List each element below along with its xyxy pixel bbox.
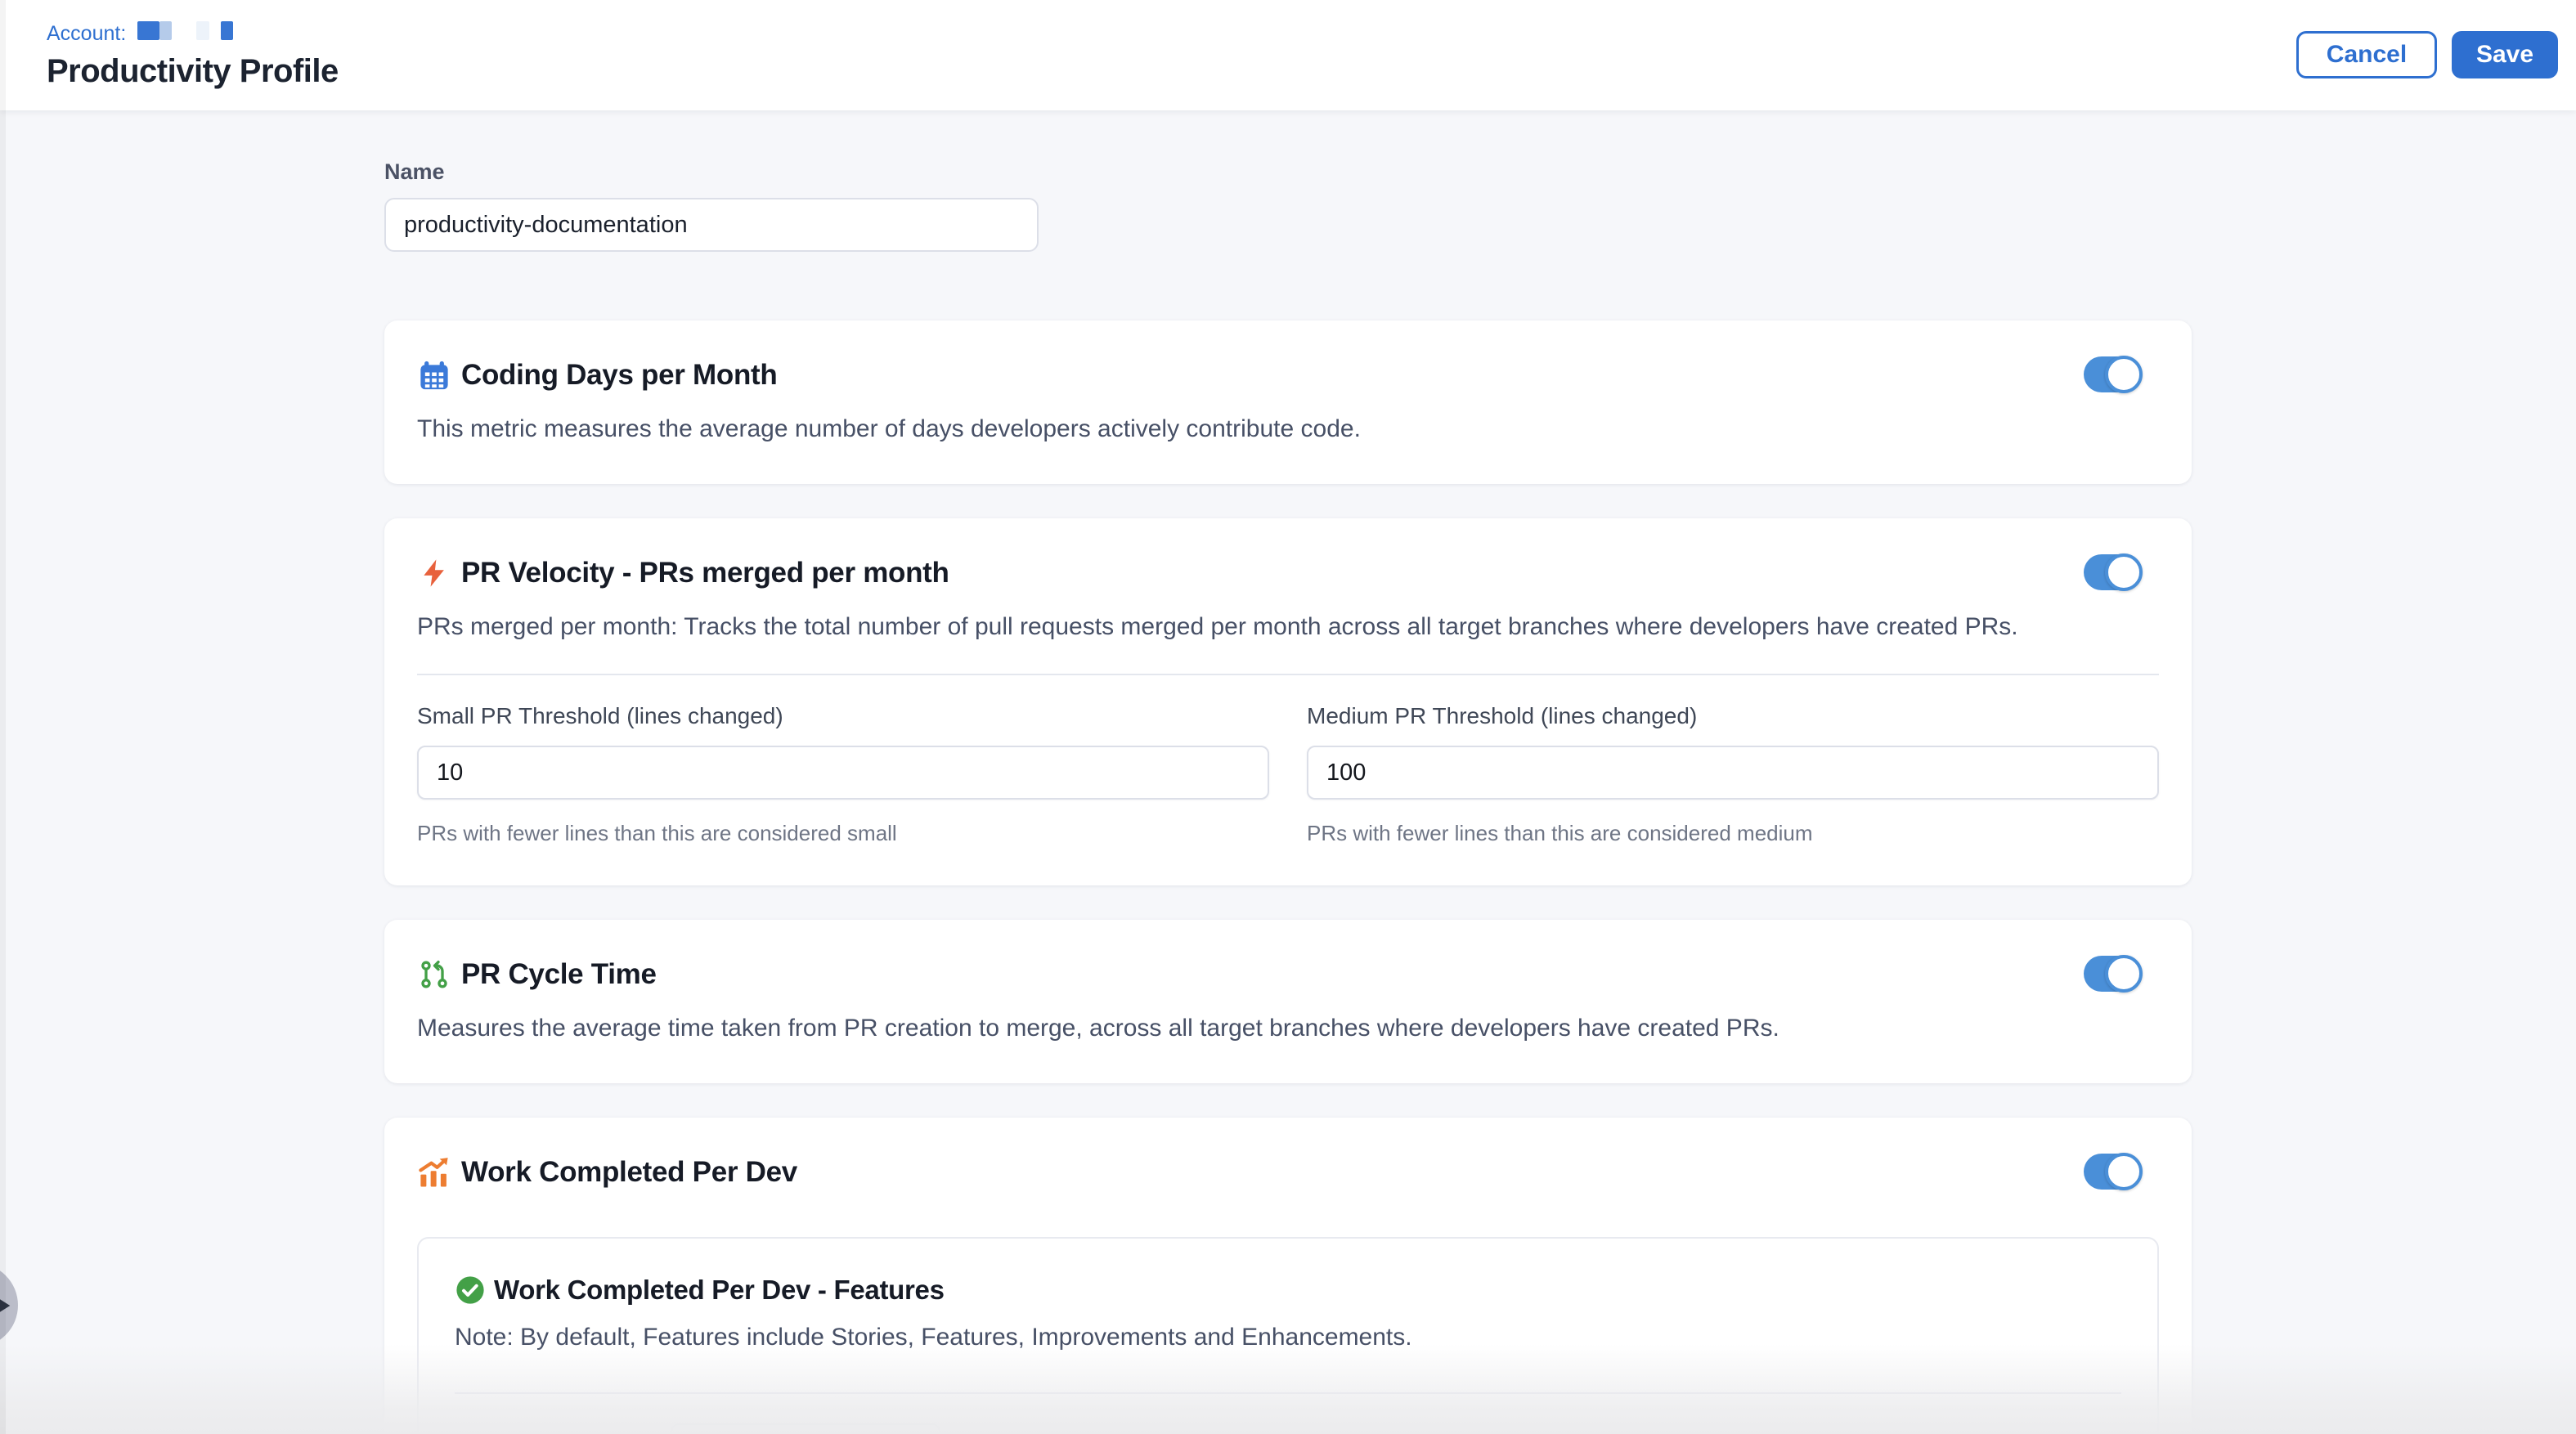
work-completed-toggle[interactable] bbox=[2084, 1154, 2141, 1190]
toggle-knob bbox=[2105, 356, 2143, 393]
check-circle-icon bbox=[455, 1275, 486, 1306]
card-head: Coding Days per Month bbox=[417, 358, 2159, 392]
toggle-knob bbox=[2105, 553, 2143, 591]
card-pr-velocity: PR Velocity - PRs merged per month PRs m… bbox=[384, 518, 2192, 885]
name-input[interactable] bbox=[384, 198, 1039, 252]
pr-cycle-time-toggle[interactable] bbox=[2084, 956, 2141, 992]
redaction-block bbox=[159, 21, 172, 40]
subcard-title: Work Completed Per Dev - Features bbox=[494, 1275, 945, 1306]
zap-icon bbox=[417, 556, 451, 590]
header-actions: Cancel Save bbox=[2296, 31, 2558, 78]
subcard-features: Work Completed Per Dev - Features Note: … bbox=[417, 1237, 2159, 1434]
calendar-icon bbox=[417, 358, 451, 392]
small-pr-threshold-helper: PRs with fewer lines than this are consi… bbox=[417, 821, 1269, 846]
card-description: This metric measures the average number … bbox=[417, 414, 2159, 445]
breadcrumb: Account: bbox=[47, 21, 2558, 46]
chart-increasing-icon bbox=[417, 1155, 451, 1190]
card-head: Work Completed Per Dev bbox=[417, 1155, 2159, 1190]
redaction-block bbox=[137, 21, 159, 40]
card-title: Coding Days per Month bbox=[461, 359, 777, 392]
card-description: Measures the average time taken from PR … bbox=[417, 1013, 2159, 1044]
save-button[interactable]: Save bbox=[2452, 31, 2558, 78]
account-label[interactable]: Account: bbox=[47, 22, 126, 46]
medium-pr-threshold-input[interactable] bbox=[1307, 746, 2159, 800]
page-header: Account: Productivity Profile Cancel Sav… bbox=[0, 0, 2576, 110]
medium-pr-threshold-helper: PRs with fewer lines than this are consi… bbox=[1307, 821, 2159, 846]
subcard-head: Work Completed Per Dev - Features bbox=[455, 1275, 2121, 1306]
redacted-account-name bbox=[134, 21, 233, 46]
card-head: PR Cycle Time bbox=[417, 957, 2159, 992]
card-title: PR Velocity - PRs merged per month bbox=[461, 557, 949, 589]
issue-type-select[interactable]: Issue Type bbox=[671, 1423, 940, 1434]
git-pull-request-icon bbox=[417, 957, 451, 992]
subcard-note: Note: By default, Features include Stori… bbox=[455, 1324, 2121, 1351]
coding-days-toggle[interactable] bbox=[2084, 356, 2141, 392]
toggle-knob bbox=[2105, 955, 2143, 993]
card-head: PR Velocity - PRs merged per month bbox=[417, 556, 2159, 590]
divider bbox=[455, 1392, 2121, 1394]
issue-type-row: Select Issue Type Issue Type bbox=[455, 1423, 2121, 1434]
page-title: Productivity Profile bbox=[47, 53, 2558, 90]
redaction-block bbox=[221, 21, 233, 40]
main-content: Name Coding Days per Month This metric m… bbox=[384, 159, 2192, 1434]
card-description: PRs merged per month: Tracks the total n… bbox=[417, 612, 2159, 643]
small-pr-threshold-label: Small PR Threshold (lines changed) bbox=[417, 703, 1269, 729]
threshold-fields: Small PR Threshold (lines changed) PRs w… bbox=[417, 675, 2159, 846]
pr-velocity-toggle[interactable] bbox=[2084, 554, 2141, 590]
left-edge bbox=[0, 0, 6, 1434]
card-work-completed: Work Completed Per Dev Work Completed Pe… bbox=[384, 1118, 2192, 1434]
name-label: Name bbox=[384, 159, 2192, 185]
medium-pr-threshold-group: Medium PR Threshold (lines changed) PRs … bbox=[1307, 675, 2159, 846]
redaction-block bbox=[196, 21, 209, 40]
small-pr-threshold-group: Small PR Threshold (lines changed) PRs w… bbox=[417, 675, 1269, 846]
toggle-knob bbox=[2105, 1153, 2143, 1190]
small-pr-threshold-input[interactable] bbox=[417, 746, 1269, 800]
medium-pr-threshold-label: Medium PR Threshold (lines changed) bbox=[1307, 703, 2159, 729]
card-pr-cycle-time: PR Cycle Time Measures the average time … bbox=[384, 920, 2192, 1083]
card-coding-days: Coding Days per Month This metric measur… bbox=[384, 320, 2192, 484]
card-title: PR Cycle Time bbox=[461, 958, 657, 991]
cancel-button[interactable]: Cancel bbox=[2296, 31, 2437, 78]
card-title: Work Completed Per Dev bbox=[461, 1156, 797, 1189]
